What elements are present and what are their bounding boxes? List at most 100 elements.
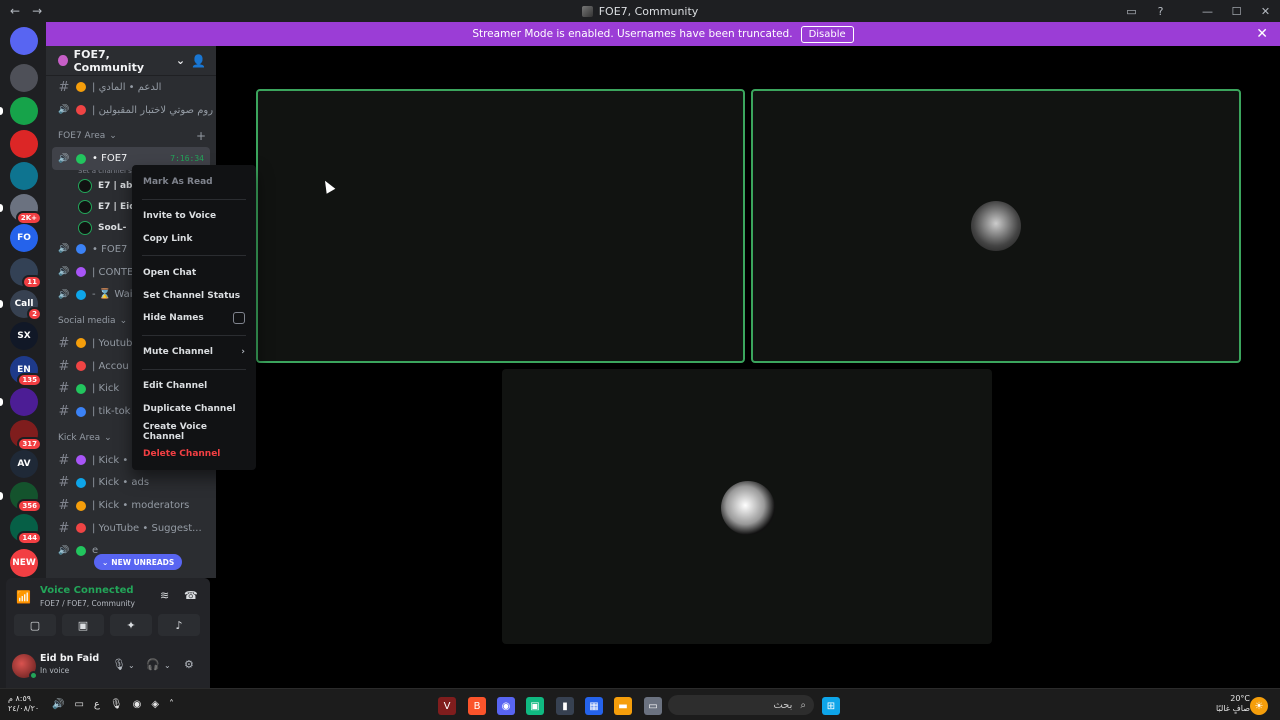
chevron-down-icon: ⌄: [109, 131, 117, 142]
server-header[interactable]: FOE7, Community ⌄ 👤: [46, 46, 216, 76]
window-titlebar: ← → FOE7, Community ▭ ? — ☐ ✕: [0, 0, 1280, 22]
app-icon[interactable]: ▣: [526, 697, 544, 715]
voice-channel-link[interactable]: FOE7 / FOE7, Community: [40, 599, 135, 608]
speaker-icon: 🔊: [58, 244, 70, 255]
server-icon[interactable]: 144: [10, 514, 42, 545]
chevron-down-icon[interactable]: ⌄: [164, 661, 171, 670]
server-icon[interactable]: 11: [10, 258, 42, 289]
app-icon[interactable]: V: [438, 697, 456, 715]
volume-icon[interactable]: 🔊: [52, 699, 64, 710]
forward-arrow-icon[interactable]: →: [32, 4, 42, 18]
close-window-button[interactable]: ✕: [1251, 5, 1280, 18]
server-icon[interactable]: SX: [10, 322, 38, 350]
voice-channel[interactable]: 🔊 | روم صوتي لاختبار المقبولين: [46, 99, 216, 122]
back-arrow-icon[interactable]: ←: [10, 4, 20, 18]
task-view-icon[interactable]: ▭: [644, 697, 662, 715]
screen-share-icon[interactable]: ▣: [62, 614, 104, 636]
menu-item-duplicate-channel[interactable]: Duplicate Channel: [138, 397, 250, 420]
voice-tile[interactable]: [502, 369, 992, 644]
microphone-icon[interactable]: 🎙: [112, 658, 126, 671]
chevron-up-icon[interactable]: ˄: [169, 699, 174, 710]
user-status: In voice: [40, 666, 70, 675]
menu-item-copy-link[interactable]: Copy Link: [138, 228, 250, 251]
server-label: FO: [17, 233, 31, 243]
gear-icon[interactable]: ⚙: [184, 658, 194, 671]
server-icon[interactable]: [10, 97, 38, 125]
text-channel[interactable]: # | YouTube • Suggest...: [46, 517, 216, 540]
network-icon[interactable]: ▭: [74, 699, 83, 710]
menu-item-create-voice-channel[interactable]: Create Voice Channel: [138, 420, 250, 443]
camera-off-icon[interactable]: ▢: [14, 614, 56, 636]
server-icon[interactable]: EN 135: [10, 356, 42, 387]
store-icon[interactable]: ▦: [585, 697, 603, 715]
server-icon[interactable]: Call 2: [10, 290, 42, 321]
server-icon[interactable]: FO: [10, 224, 38, 252]
menu-item-mute-channel[interactable]: Mute Channel ›: [138, 341, 250, 364]
server-icon[interactable]: [10, 162, 38, 190]
server-icon[interactable]: [10, 64, 38, 92]
avatar[interactable]: [12, 654, 38, 680]
disconnect-icon[interactable]: ☎: [184, 589, 198, 602]
add-member-icon[interactable]: 👤: [191, 54, 206, 68]
language-icon[interactable]: ع: [94, 699, 100, 710]
activities-icon[interactable]: ✦: [110, 614, 152, 636]
menu-item-edit-channel[interactable]: Edit Channel: [138, 375, 250, 398]
noise-suppression-icon[interactable]: ≋: [160, 589, 169, 602]
app-tray-icon[interactable]: ◈: [151, 699, 159, 710]
server-icon[interactable]: [10, 130, 38, 158]
weather-widget[interactable]: 20°C صافٍ غالبًا: [1216, 694, 1250, 714]
menu-item-label: Hide Names: [143, 313, 204, 324]
microphone-icon[interactable]: 🎙: [110, 699, 123, 710]
disable-streamer-mode-button[interactable]: Disable: [800, 25, 854, 43]
maximize-button[interactable]: ☐: [1222, 5, 1251, 18]
new-unreads-button[interactable]: ⌄ NEW UNREADS: [94, 554, 183, 570]
server-icon[interactable]: NEW: [10, 549, 38, 577]
taskbar-search[interactable]: بحث ⌕: [668, 695, 814, 715]
server-icon[interactable]: 317: [10, 420, 42, 451]
channel-category[interactable]: FOE7 Area ⌄ +: [46, 125, 216, 147]
hashtag-icon: #: [58, 335, 70, 351]
hide-names-checkbox[interactable]: [233, 312, 245, 325]
windows-start-icon[interactable]: ⊞: [822, 697, 840, 715]
category-name: FOE7 Area: [58, 131, 106, 142]
signal-icon[interactable]: 📶: [16, 590, 31, 604]
menu-item-set-channel-status[interactable]: Set Channel Status: [138, 284, 250, 307]
voice-tile[interactable]: [751, 89, 1241, 363]
text-channel[interactable]: # | Kick • moderators: [46, 494, 216, 517]
menu-item-open-chat[interactable]: Open Chat: [138, 261, 250, 284]
text-channel[interactable]: # | الدعم • المادي: [46, 76, 216, 99]
text-channel[interactable]: # | Kick • ads: [46, 472, 216, 495]
server-icon[interactable]: [10, 388, 38, 416]
search-label: بحث: [773, 699, 793, 711]
chevron-down-icon: ⌄: [104, 432, 112, 443]
discord-home-icon[interactable]: [10, 27, 38, 55]
server-icon[interactable]: 2K+: [10, 194, 42, 225]
discord-icon[interactable]: ◉: [497, 697, 515, 715]
help-icon[interactable]: ?: [1146, 5, 1175, 18]
server-label: SX: [17, 331, 31, 341]
chevron-down-icon[interactable]: ⌄: [128, 661, 135, 670]
server-icon[interactable]: AV: [10, 450, 38, 478]
hashtag-icon: #: [58, 475, 70, 491]
username: Eid bn Faid: [40, 653, 100, 664]
menu-item-label: Edit Channel: [143, 380, 208, 391]
brave-icon[interactable]: B: [468, 697, 486, 715]
soundboard-icon[interactable]: ♪: [158, 614, 200, 636]
menu-item-invite-to-voice[interactable]: Invite to Voice: [138, 205, 250, 228]
menu-item-delete-channel[interactable]: Delete Channel: [138, 443, 250, 466]
add-channel-icon[interactable]: +: [196, 129, 206, 143]
steam-icon[interactable]: ◉: [133, 699, 142, 710]
inbox-icon[interactable]: ▭: [1117, 5, 1146, 18]
menu-item-hide-names[interactable]: Hide Names: [138, 307, 250, 330]
minimize-button[interactable]: —: [1193, 5, 1222, 18]
voice-tile[interactable]: [256, 89, 745, 363]
mouse-app-icon[interactable]: ▮: [556, 697, 574, 715]
channel-name: • FOE7: [92, 153, 128, 165]
hashtag-icon: #: [58, 79, 70, 95]
taskbar-clock[interactable]: ٨:٥٩ م ٢٤/٠٨/٢٠: [8, 694, 39, 714]
headphones-icon[interactable]: 🎧: [146, 658, 160, 671]
close-icon[interactable]: ✕: [1256, 26, 1268, 42]
channel-emoji-icon: [76, 105, 86, 116]
file-explorer-icon[interactable]: ▬: [614, 697, 632, 715]
server-icon[interactable]: 356: [10, 482, 42, 513]
